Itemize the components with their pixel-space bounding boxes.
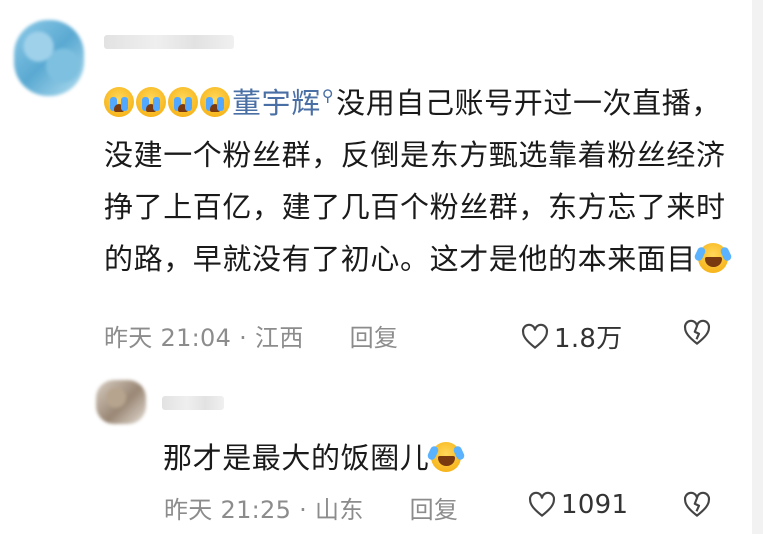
like-button[interactable]: 1.8万	[520, 318, 623, 355]
reply-body: 那才是最大的饭圈儿	[163, 432, 723, 484]
heart-outline-icon	[529, 491, 555, 517]
broken-heart-icon[interactable]	[682, 490, 712, 520]
broken-heart-icon[interactable]	[682, 318, 712, 348]
crying-face-icon	[200, 87, 230, 117]
comment-time: 昨天 21:04	[104, 324, 232, 352]
avatar[interactable]	[14, 20, 84, 96]
laughing-crying-face-icon	[698, 243, 729, 273]
reply-time: 昨天 21:25	[164, 496, 292, 524]
mention-link[interactable]: 董宇辉	[232, 86, 321, 120]
reply-text: 那才是最大的饭圈儿	[163, 441, 430, 475]
username-blurred[interactable]	[162, 396, 224, 410]
reply-location: 山东	[315, 496, 364, 524]
meta-separator: ·	[299, 496, 308, 524]
comment-location: 江西	[255, 324, 304, 352]
avatar[interactable]	[96, 380, 146, 424]
reply-button[interactable]: 回复	[410, 496, 459, 524]
reply-button[interactable]: 回复	[350, 324, 399, 352]
crying-face-icon	[104, 87, 134, 117]
scroll-edge	[752, 0, 763, 534]
like-count: 1091	[561, 490, 629, 520]
username-blurred[interactable]	[104, 35, 234, 49]
meta-separator: ·	[239, 324, 248, 352]
comment-text: 没用自己账号开过一次直播，没建一个粉丝群，反倒是东方甄选靠着粉丝经济挣了上百亿，…	[104, 86, 726, 276]
crying-face-icon	[168, 87, 198, 117]
laughing-crying-face-icon	[431, 442, 462, 472]
like-button[interactable]: 1091	[527, 490, 628, 520]
like-count: 1.8万	[554, 324, 623, 354]
reply-meta: 昨天 21:25 · 山东 回复	[164, 490, 458, 525]
comment-body: 董宇辉⚲没用自己账号开过一次直播，没建一个粉丝群，反倒是东方甄选靠着粉丝经济挣了…	[104, 70, 744, 285]
heart-outline-icon	[522, 323, 548, 349]
search-icon[interactable]: ⚲	[322, 86, 334, 105]
crying-face-icon	[136, 87, 166, 117]
comment-meta: 昨天 21:04 · 江西 回复	[104, 318, 398, 353]
